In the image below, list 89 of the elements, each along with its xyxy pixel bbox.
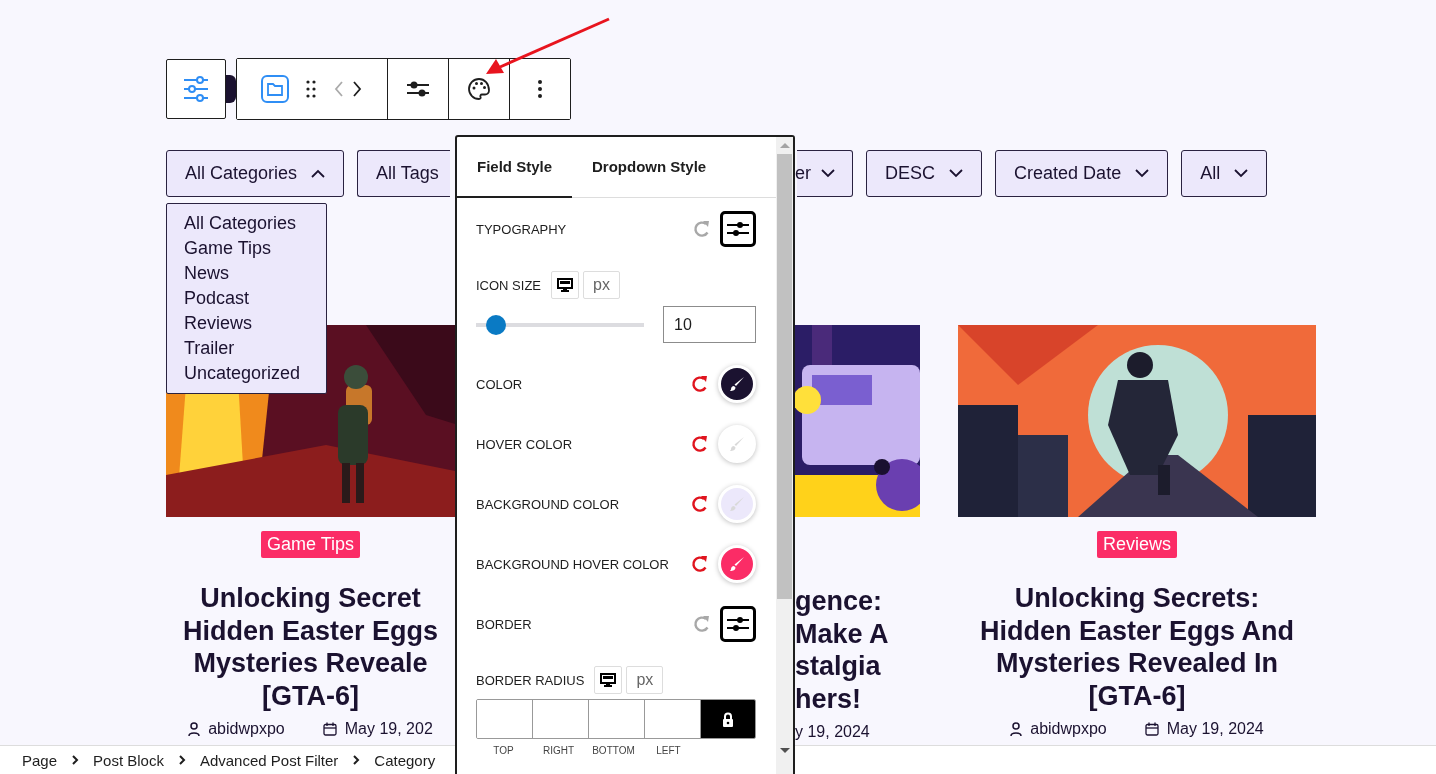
color-swatch[interactable] [718, 425, 756, 463]
brush-icon [729, 496, 745, 512]
chevron-icon [177, 754, 186, 766]
filter-dropdown[interactable]: Created Date [995, 150, 1169, 197]
reset-icon[interactable] [690, 494, 710, 514]
user-icon [188, 722, 201, 736]
filter-dropdown[interactable]: er [797, 150, 854, 197]
brush-icon [729, 556, 745, 572]
sliders-icon [726, 219, 750, 239]
dropdown-option[interactable]: Uncategorized [184, 361, 326, 386]
post-date: May 19, 2024 [1166, 720, 1264, 738]
color-swatch[interactable] [718, 485, 756, 523]
post-date: May 19, 202 [344, 720, 433, 738]
control-label: BORDER [476, 616, 532, 632]
calendar-icon [322, 722, 337, 736]
lock-icon [722, 711, 734, 727]
post-author[interactable]: abidwpxpo [1030, 720, 1107, 738]
control-label: TYPOGRAPHY [476, 221, 567, 237]
chevron-icon [352, 754, 361, 766]
number-field[interactable]: 10 [663, 306, 756, 343]
dimension-field[interactable] [477, 700, 533, 738]
filter-dropdown[interactable]: DESC [866, 150, 983, 197]
filter-dropdown[interactable]: All Tags [357, 150, 451, 197]
category-tag[interactable]: Reviews [1097, 531, 1177, 558]
dropdown-option[interactable]: Trailer [184, 336, 326, 361]
settings-button[interactable] [720, 606, 756, 642]
control-label: HOVER COLOR [476, 436, 573, 452]
dropdown-option[interactable]: Reviews [184, 311, 326, 336]
block-settings-button[interactable] [166, 59, 226, 119]
side-label: TOP [492, 745, 515, 756]
link-values-button[interactable] [701, 700, 755, 738]
reset-icon[interactable] [690, 434, 710, 454]
reset-icon[interactable] [690, 374, 710, 394]
chevron-icon [1135, 169, 1150, 178]
scrollbar[interactable] [776, 137, 793, 774]
sliders-icon [406, 79, 430, 99]
palette-icon [467, 77, 491, 101]
brush-icon [729, 376, 745, 392]
breadcrumb-link[interactable]: Post Block [93, 751, 164, 769]
filter-dropdown[interactable]: All Categories [166, 150, 345, 197]
monitor-icon [557, 278, 573, 292]
category-tag[interactable]: Game Tips [261, 531, 360, 558]
control-label: BORDER RADIUS [476, 672, 585, 688]
more-icon [537, 79, 543, 99]
post-title[interactable]: Unlocking Secret Hidden Easter Eggs Mysteries Reveale [GTA-6] [182, 582, 439, 712]
device-button[interactable] [594, 666, 623, 694]
post-title[interactable]: gence: Make A stalgia hers! [795, 585, 889, 715]
dropdown-option[interactable]: All Categories [184, 211, 326, 236]
dropdown-option[interactable]: Game Tips [184, 236, 326, 261]
color-swatch[interactable] [718, 545, 756, 583]
post-author[interactable]: abidwpxpo [208, 720, 285, 738]
side-label: BOTTOM [591, 745, 636, 756]
chevron-icon [821, 169, 836, 178]
dropdown-option[interactable]: Podcast [184, 286, 326, 311]
dropdown-option[interactable]: News [184, 261, 326, 286]
reset-icon[interactable] [690, 554, 710, 574]
breadcrumb-link[interactable]: Page [22, 751, 58, 769]
chevron-icon [311, 169, 326, 178]
sliders-icon [182, 75, 210, 103]
user-icon [1010, 722, 1023, 736]
chevron-icon [949, 169, 964, 178]
side-label: LEFT [655, 745, 682, 756]
slider-thumb[interactable] [486, 314, 507, 335]
chevron-icon [71, 754, 80, 766]
control-label: COLOR [476, 376, 523, 392]
drag-handle-icon[interactable] [305, 79, 317, 99]
sliders-icon [726, 614, 750, 634]
device-button[interactable] [551, 271, 579, 299]
brush-icon [729, 436, 745, 452]
unit-button[interactable]: px [626, 666, 664, 694]
control-label: BACKGROUND HOVER COLOR [476, 556, 669, 572]
chevron-icon [1234, 169, 1249, 178]
more-options-button[interactable] [509, 59, 570, 119]
monitor-icon [600, 673, 617, 687]
post-title[interactable]: Unlocking Secrets: Hidden Easter Eggs And Mysteries Revealed In [GTA-6] [979, 582, 1294, 712]
folder-icon[interactable] [261, 75, 289, 103]
control-label: ICON SIZE [476, 277, 541, 293]
panel-tab[interactable]: Dropdown Style [572, 137, 727, 198]
control-label: BACKGROUND COLOR [476, 496, 620, 512]
calendar-icon [1144, 722, 1159, 736]
color-swatch[interactable] [718, 365, 756, 403]
filter-dropdown[interactable]: All [1181, 150, 1268, 197]
breadcrumb-link[interactable]: Category [374, 751, 436, 769]
panel-tab[interactable]: Field Style [457, 137, 573, 198]
unit-button[interactable]: px [583, 271, 620, 299]
side-label: RIGHT [541, 745, 576, 756]
breadcrumb-link[interactable]: Advanced Post Filter [199, 751, 339, 769]
post-date: y 19, 2024 [795, 723, 870, 741]
settings-button[interactable] [720, 211, 756, 247]
